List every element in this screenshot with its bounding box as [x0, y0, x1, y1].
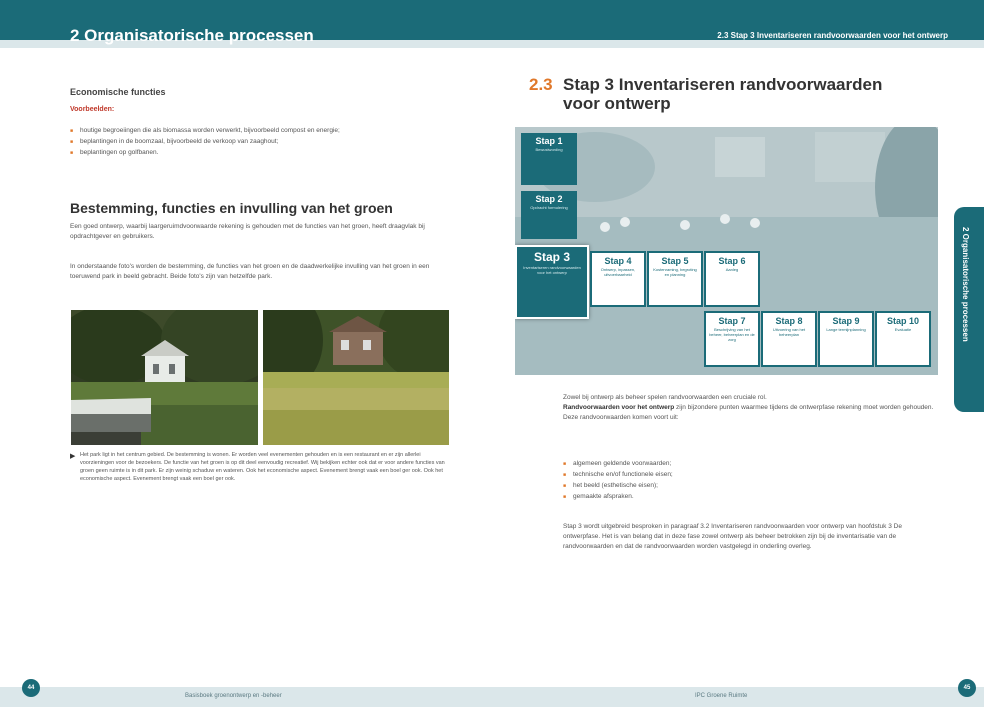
step-label: Stap 2	[535, 194, 563, 204]
step-label: Stap 8	[775, 316, 803, 326]
step-5-box: Stap 5 Kostenraming, begroting en planni…	[647, 251, 703, 307]
list-item: gemaakte afspraken.	[563, 493, 938, 500]
page-number-left: 44	[22, 679, 40, 697]
step-label: Stap 7	[718, 316, 746, 326]
definition-rest: zijn bijzondere punten waarmee tijdens d…	[674, 404, 934, 411]
section-heading: Bestemming, functies en invulling van he…	[70, 200, 393, 216]
closing-paragraph: Stap 3 wordt uitgebreid besproken in par…	[563, 523, 902, 550]
step-label: Stap 6	[718, 256, 746, 266]
sub-intro-line: Deze randvoorwaarden komen voort uit:	[563, 414, 679, 421]
park-photo-meadow	[263, 310, 449, 445]
step-description: Aanleg	[725, 267, 739, 272]
step-9-box: Stap 9 Lange termijnplanning	[818, 311, 874, 367]
footer-book-title: Basisboek groenontwerp en -beheer	[185, 693, 282, 699]
page-number-right: 45	[958, 679, 976, 697]
step-description: Inventariseren randvoorwaarden voor het …	[523, 265, 581, 275]
section-title: Stap 3 Inventariseren randvoorwaarden vo…	[563, 75, 883, 113]
step-label: Stap 5	[661, 256, 689, 266]
section-number: 2.3	[529, 75, 553, 94]
park-photo-building	[71, 310, 258, 445]
step-7-box: Stap 7 Beschrijving van het beheer, behe…	[704, 311, 760, 367]
econ-bullet-list: houtige begroeiingen die als biomassa wo…	[70, 127, 450, 160]
list-item: het beeld (esthetische eisen);	[563, 482, 938, 489]
econ-heading: Economische functies	[70, 87, 166, 97]
paragraph: Een goed ontwerp, waarbij laargeruimdvoo…	[70, 223, 425, 240]
conditions-bullet-list: algemeen geldende voorwaarden; technisch…	[563, 460, 938, 504]
step-label: Stap 3	[533, 250, 570, 264]
running-section-header: 2.3 Stap 3 Inventariseren randvoorwaarde…	[717, 31, 948, 40]
step-1-box: Stap 1 Bewustwording	[521, 133, 577, 185]
step-description: Lange termijnplanning	[826, 327, 866, 332]
list-item: technische en/of functionele eisen;	[563, 471, 938, 478]
examples-label: Voorbeelden:	[70, 106, 115, 113]
definition-line: Randvoorwaarden voor het ontwerp zijn bi…	[563, 403, 938, 413]
step-10-box: Stap 10 Evaluatie	[875, 311, 931, 367]
step-description: Ontwerp, inpassen, uitvoerbaarheid	[600, 267, 636, 277]
paragraph: In onderstaande foto's worden de bestemm…	[70, 263, 430, 280]
list-item: beplantingen op golfbanen.	[70, 149, 450, 156]
step-2-box: Stap 2 Opdracht formulering	[521, 191, 577, 239]
step-description: Beschrijving van het beheer, beheerplan …	[709, 327, 755, 342]
caption-arrow-icon: ▶	[70, 453, 76, 460]
chapter-tab-label: 2 Organisatorische processen	[961, 227, 970, 342]
step-description: Evaluatie	[894, 327, 912, 332]
footer-bar	[0, 687, 984, 707]
step-description: Uitvoering van het beheerplan	[772, 327, 806, 337]
list-item: algemeen geldende voorwaarden;	[563, 460, 938, 467]
step-label: Stap 10	[886, 316, 919, 326]
step-description: Opdracht formulering	[530, 205, 568, 210]
step-description: Kostenraming, begroting en planning	[653, 267, 697, 277]
list-item: beplantingen in de boomzaal, bijvoorbeel…	[70, 138, 450, 145]
step-label: Stap 4	[604, 256, 632, 266]
step-description: Bewustwording	[535, 147, 563, 152]
intro-line: Zowel bij ontwerp als beheer spelen rand…	[563, 394, 767, 401]
step-3-box-active: Stap 3 Inventariseren randvoorwaarden vo…	[515, 245, 589, 319]
chapter-side-tab[interactable]: 2 Organisatorische processen	[954, 207, 984, 412]
step-6-box: Stap 6 Aanleg	[704, 251, 760, 307]
photo-caption: Het park ligt in het centrum gebied. De …	[80, 452, 445, 482]
process-diagram: Stap 1 Bewustwording Stap 2 Opdracht for…	[515, 127, 938, 375]
step-label: Stap 9	[832, 316, 860, 326]
list-item: houtige begroeiingen die als biomassa wo…	[70, 127, 450, 134]
intro-paragraph: Zowel bij ontwerp als beheer spelen rand…	[563, 393, 938, 423]
definition-term: Randvoorwaarden voor het ontwerp	[563, 404, 675, 411]
step-label: Stap 1	[535, 136, 563, 146]
chapter-title: 2 Organisatorische processen	[70, 26, 314, 45]
footer-publisher: IPC Groene Ruimte	[695, 693, 748, 699]
step-8-box: Stap 8 Uitvoering van het beheerplan	[761, 311, 817, 367]
step-4-box: Stap 4 Ontwerp, inpassen, uitvoerbaarhei…	[590, 251, 646, 307]
